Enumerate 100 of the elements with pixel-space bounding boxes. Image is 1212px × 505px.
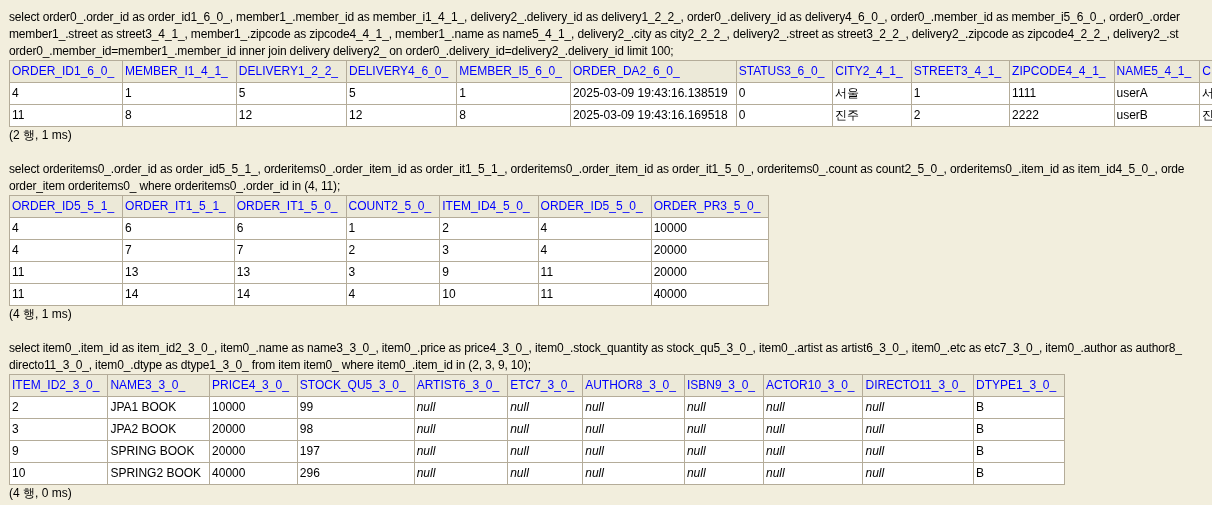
column-header: DIRECTO11_3_0_ <box>863 374 974 397</box>
table-cell: 11 <box>538 261 652 284</box>
table-cell: 4 <box>9 82 123 105</box>
table-cell: 1 <box>346 217 440 240</box>
table-cell: null <box>684 418 764 441</box>
table-cell: null <box>763 418 863 441</box>
table-cell: 197 <box>297 440 415 463</box>
result-summary: (4 행, 0 ms) <box>9 485 72 502</box>
table-cell: 2025-03-09 19:43:16.138519 <box>570 82 737 105</box>
table-cell: 서울 <box>832 82 912 105</box>
table-cell: 9 <box>9 440 108 463</box>
table-cell: 2 <box>9 396 108 419</box>
table-cell: 12 <box>346 104 457 127</box>
table-cell: 2025-03-09 19:43:16.169518 <box>570 104 737 127</box>
table-cell: 14 <box>234 283 346 306</box>
table-cell: 2 <box>439 217 539 240</box>
table-cell: null <box>582 440 685 463</box>
column-header: STATUS3_6_0_ <box>736 60 833 83</box>
column-header: ZIPCODE4_4_1_ <box>1009 60 1114 83</box>
table-cell: null <box>763 440 863 463</box>
sql-query-line: order_item orderitems0_ where orderitems0_.order_id in (4, 11); <box>9 178 341 195</box>
column-header: ITEM_ID2_3_0_ <box>9 374 108 397</box>
column-header: MEMBER_I5_6_0_ <box>456 60 571 83</box>
table-cell: 4 <box>9 217 123 240</box>
table-cell: null <box>582 418 685 441</box>
table-cell: 10000 <box>651 217 769 240</box>
column-header: ETC7_3_0_ <box>507 374 583 397</box>
table-cell: null <box>684 462 764 485</box>
table-cell: null <box>507 440 583 463</box>
column-header: NAME5_4_1_ <box>1114 60 1200 83</box>
table-cell: 296 <box>297 462 415 485</box>
column-header: ORDER_ID5_5_1_ <box>9 195 123 218</box>
table-cell: 10 <box>439 283 539 306</box>
table-cell: 5 <box>346 82 457 105</box>
table-cell: 4 <box>538 217 652 240</box>
table-cell: JPA2 BOOK <box>107 418 210 441</box>
table-cell: null <box>507 462 583 485</box>
table-cell: 13 <box>122 261 235 284</box>
column-header: ORDER_PR3_5_0_ <box>651 195 769 218</box>
table-cell: 20000 <box>651 239 769 262</box>
column-header: DELIVERY4_6_0_ <box>346 60 457 83</box>
sql-query-line: directo11_3_0_, item0_.dtype as dtype1_3_0_ from item item0_ where item0_.item_id in (2, 3, 9, 10); <box>9 357 531 374</box>
table-cell: 3 <box>346 261 440 284</box>
table-cell: null <box>414 396 508 419</box>
result-summary: (2 행, 1 ms) <box>9 127 72 144</box>
table-cell: 20000 <box>209 418 298 441</box>
table-cell: B <box>973 396 1065 419</box>
table-cell: 4 <box>538 239 652 262</box>
table-cell: 7 <box>122 239 235 262</box>
table-cell: 3 <box>439 239 539 262</box>
column-header: ORDER_ID5_5_0_ <box>538 195 652 218</box>
table-cell: 1111 <box>1009 82 1114 105</box>
sql-query-line: select order0_.order_id as order_id1_6_0_, member1_.member_id as member_i1_4_1_, delivery2_.delivery_id as delivery1_2_2_, order0_.delivery_id as delivery4_6_0_, order0_.member_id as member_i5_6_0_, order0_.order <box>9 9 1180 26</box>
column-header: ITEM_ID4_5_0_ <box>439 195 539 218</box>
result-summary: (4 행, 1 ms) <box>9 306 72 323</box>
table-cell: 14 <box>122 283 235 306</box>
table-cell: JPA1 BOOK <box>107 396 210 419</box>
table-cell: 11 <box>9 261 123 284</box>
table-cell: 0 <box>736 104 833 127</box>
table-cell: null <box>684 396 764 419</box>
table-cell: 8 <box>456 104 571 127</box>
table-cell: 12 <box>236 104 347 127</box>
table-cell: 13 <box>234 261 346 284</box>
column-header: ORDER_IT1_5_0_ <box>234 195 346 218</box>
table-cell: 0 <box>736 82 833 105</box>
table-cell: 4 <box>346 283 440 306</box>
table-cell: userA <box>1114 82 1200 105</box>
sql-query-line: select orderitems0_.order_id as order_id5_5_1_, orderitems0_.order_item_id as order_it1_5_1_, orderitems0_.order_item_id as order_it1_5_0_, orderitems0_.count as count2_5_0_, orderitems0_.item_id as item_id4_5_0_, orde <box>9 161 1185 178</box>
table-cell: null <box>507 396 583 419</box>
table-cell: 20000 <box>209 440 298 463</box>
table-cell: B <box>973 418 1065 441</box>
column-header: COUNT2_5_0_ <box>346 195 440 218</box>
table-cell: null <box>582 462 685 485</box>
table-cell: SPRING BOOK <box>107 440 210 463</box>
table-cell: 5 <box>236 82 347 105</box>
table-cell: null <box>582 396 685 419</box>
table-cell: SPRING2 BOOK <box>107 462 210 485</box>
table-cell: 11 <box>538 283 652 306</box>
table-cell: 6 <box>122 217 235 240</box>
table-cell: B <box>973 440 1065 463</box>
table-cell: 10000 <box>209 396 298 419</box>
table-cell: null <box>763 396 863 419</box>
table-cell: 1 <box>911 82 1010 105</box>
table-cell: 11 <box>9 104 123 127</box>
column-header: ORDER_IT1_5_1_ <box>122 195 235 218</box>
table-cell: 10 <box>9 462 108 485</box>
table-cell: null <box>863 396 974 419</box>
table-cell: 1 <box>456 82 571 105</box>
column-header: ORDER_DA2_6_0_ <box>570 60 737 83</box>
table-cell: 6 <box>234 217 346 240</box>
table-cell: 3 <box>9 418 108 441</box>
table-cell: null <box>414 440 508 463</box>
sql-query-line: select item0_.item_id as item_id2_3_0_, item0_.name as name3_3_0_, item0_.price as price4_3_0_, item0_.stock_quantity as stock_qu5_3_0_, item0_.artist as artist6_3_0_, item0_.etc as etc7_3_0_, item0_.author as author8_ <box>9 340 1182 357</box>
sql-query-line: member1_.street as street3_4_1_, member1_.zipcode as zipcode4_4_1_, member1_.name as name5_4_1_, delivery2_.city as city2_2_2_, delivery2_.street as street3_2_2_, delivery2_.zipcode as zipcode4_2_2_, delivery2_.st <box>9 26 1179 43</box>
table-cell: 2 <box>911 104 1010 127</box>
table-cell: null <box>863 440 974 463</box>
column-header: ISBN9_3_0_ <box>684 374 764 397</box>
table-cell: null <box>507 418 583 441</box>
table-cell: 98 <box>297 418 415 441</box>
column-header: MEMBER_I1_4_1_ <box>122 60 237 83</box>
